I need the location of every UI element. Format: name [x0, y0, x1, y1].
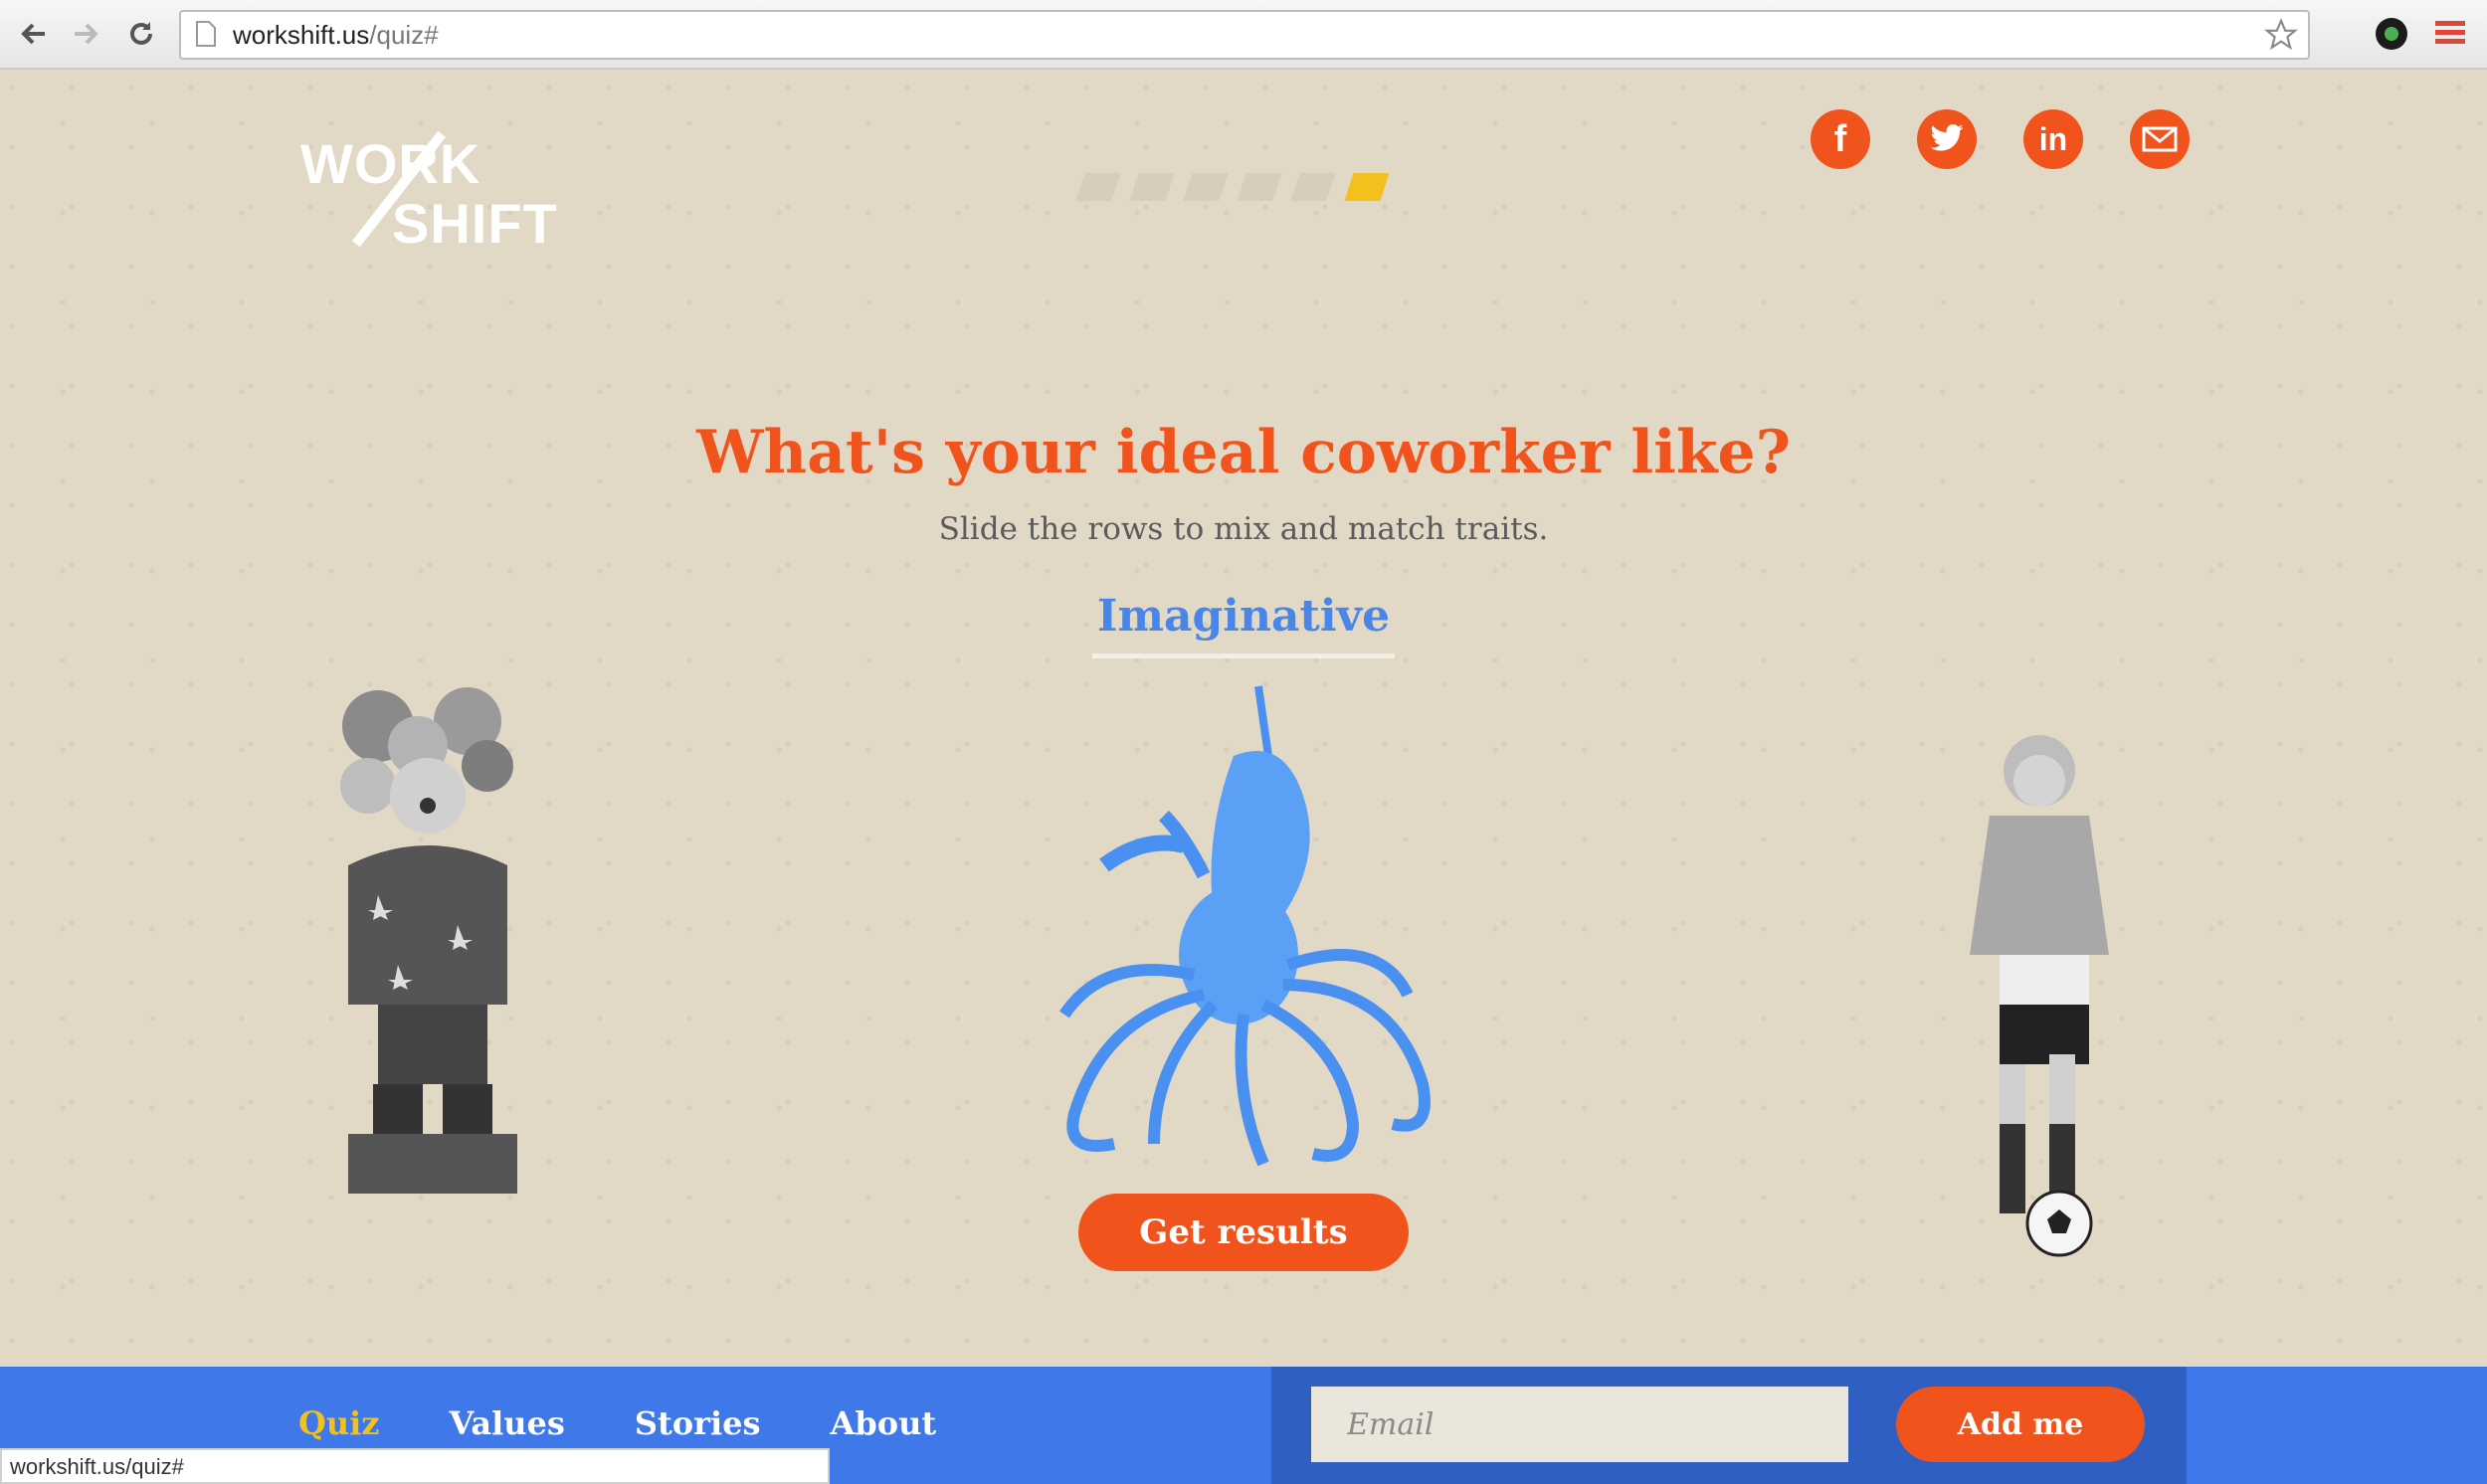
add-me-button[interactable]: Add me [1896, 1387, 2145, 1462]
nav-values[interactable]: Values [449, 1404, 564, 1442]
reload-button[interactable] [121, 14, 161, 54]
facebook-icon: f [1833, 117, 1847, 160]
page-title: What's your ideal coworker like? [696, 418, 1791, 487]
linkedin-button[interactable]: in [2023, 109, 2083, 169]
trait-label: Imaginative [1092, 591, 1395, 658]
progress-step [1237, 173, 1282, 201]
unicorn-octopus-image[interactable] [1005, 676, 1482, 1194]
newsletter-signup: Add me [1271, 1367, 2187, 1484]
social-links: f in [1811, 109, 2190, 169]
forward-arrow-icon [75, 23, 98, 45]
url-text: workshift.us/quiz# [233, 20, 439, 51]
status-bar-url: workshift.us/quiz# [0, 1448, 830, 1484]
progress-step [1075, 173, 1121, 201]
footer-nav: Quiz Values Stories About [298, 1404, 936, 1442]
progress-step-current [1344, 173, 1390, 201]
nav-stories[interactable]: Stories [635, 1404, 761, 1442]
facebook-button[interactable]: f [1811, 109, 1870, 169]
twitter-button[interactable] [1917, 109, 1977, 169]
linkedin-icon: in [2038, 120, 2068, 157]
page-subtitle: Slide the rows to mix and match traits. [938, 511, 1549, 547]
browser-toolbar: workshift.us/quiz# [0, 0, 2487, 70]
address-bar[interactable]: workshift.us/quiz# [179, 10, 2310, 60]
email-input[interactable] [1311, 1387, 1848, 1462]
bookmark-star-icon[interactable] [2264, 18, 2298, 52]
get-results-button[interactable]: Get results [1078, 1194, 1409, 1271]
forward-button[interactable] [66, 14, 105, 54]
workshift-logo[interactable]: WORK SHIFT [298, 97, 597, 255]
back-arrow-icon [21, 23, 45, 45]
nav-about[interactable]: About [831, 1404, 937, 1442]
menu-icon[interactable] [2433, 18, 2467, 48]
email-icon [2142, 126, 2178, 152]
extension-icon[interactable] [2376, 18, 2407, 50]
progress-step [1129, 173, 1175, 201]
back-button[interactable] [14, 14, 54, 54]
progress-step [1183, 173, 1229, 201]
twitter-icon [1930, 124, 1964, 151]
url-path: /quiz# [369, 20, 439, 50]
reload-icon [130, 22, 152, 45]
quiz-page: WORK SHIFT f in What's your ideal cowork… [0, 70, 2487, 1367]
clown-image[interactable] [308, 666, 557, 1204]
url-host: workshift.us [233, 20, 370, 50]
logo-text-shift: SHIFT [392, 192, 558, 255]
soccer-lady-image[interactable] [1930, 726, 2149, 1263]
email-button[interactable] [2130, 109, 2190, 169]
progress-step [1290, 173, 1336, 201]
logo-text-work: WORK [300, 132, 481, 195]
nav-quiz[interactable]: Quiz [298, 1404, 379, 1442]
quiz-progress [1075, 173, 1390, 201]
page-icon [196, 21, 216, 47]
